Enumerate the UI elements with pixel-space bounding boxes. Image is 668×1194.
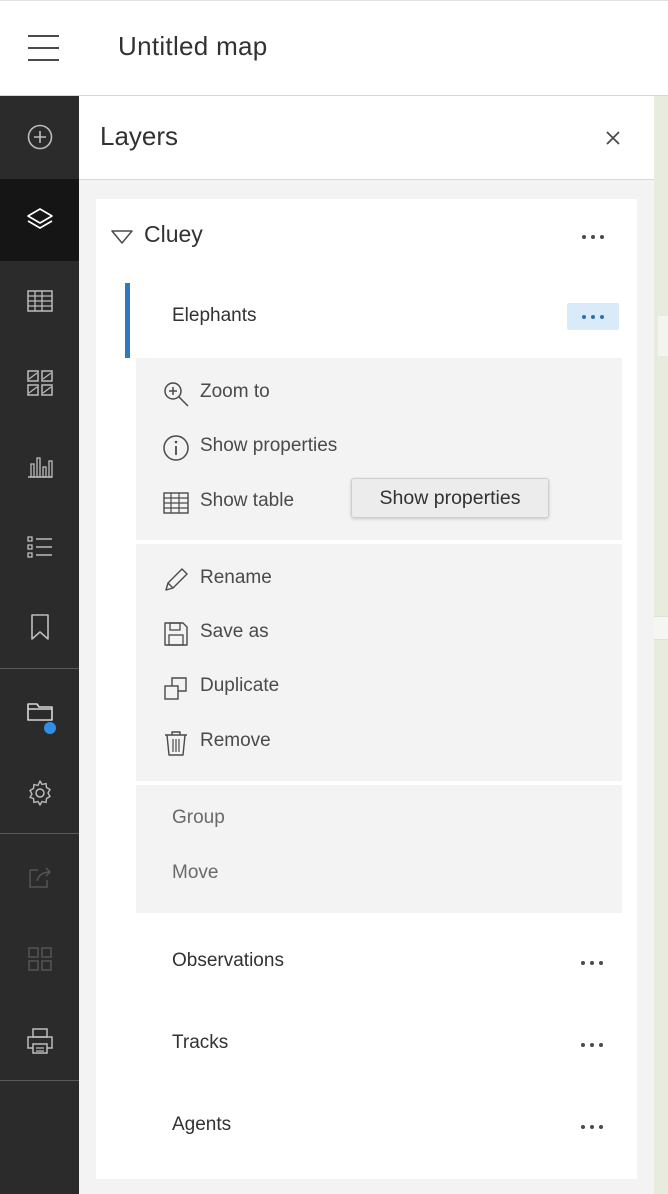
menu-item-label: Show table xyxy=(200,490,295,511)
duplicate-icon xyxy=(164,677,187,700)
map-properties-button[interactable] xyxy=(0,670,79,752)
menu-item-show-properties[interactable]: Show properties xyxy=(136,422,622,472)
add-circle-icon xyxy=(27,124,52,150)
notification-badge xyxy=(44,722,56,734)
selected-indicator xyxy=(125,283,130,358)
legend-button[interactable] xyxy=(0,506,79,588)
menu-item-label: Save as xyxy=(200,621,269,642)
layer-options-button[interactable] xyxy=(577,1035,607,1055)
tooltip: Show properties xyxy=(351,478,549,518)
menu-item-label: Remove xyxy=(200,730,271,751)
layer-edit-menu-section: Rename Save as Duplicate Remove xyxy=(136,544,622,781)
save-icon xyxy=(164,622,188,646)
layer-name-observations[interactable]: Observations xyxy=(172,950,284,972)
layers-icon xyxy=(26,208,53,229)
share-button[interactable] xyxy=(0,836,79,918)
print-button[interactable] xyxy=(0,1000,79,1082)
panel-title: Layers xyxy=(100,121,179,151)
menu-item-label: Move xyxy=(172,862,219,883)
group-layer-row[interactable]: Cluey xyxy=(96,199,637,271)
hamburger-menu-icon[interactable] xyxy=(28,33,60,63)
settings-gear-icon xyxy=(28,780,51,806)
layer-organize-menu-section: Group Move xyxy=(136,785,622,913)
layers-panel: Layers Cluey Elephants Zoom to Show prop… xyxy=(79,96,654,1194)
caret-down-icon[interactable] xyxy=(110,229,134,245)
zoom-in-icon xyxy=(164,382,189,407)
bar-chart-icon xyxy=(27,457,53,478)
group-options-button[interactable] xyxy=(578,227,608,247)
map-title[interactable]: Untitled map xyxy=(118,31,268,62)
close-icon[interactable] xyxy=(601,126,625,150)
sidebar-divider xyxy=(0,668,79,669)
share-icon xyxy=(28,867,51,888)
pencil-icon xyxy=(165,568,188,591)
layers-button[interactable] xyxy=(0,179,79,261)
menu-item-move[interactable]: Move xyxy=(136,849,622,899)
table-icon xyxy=(163,492,189,514)
apps-grid-icon xyxy=(27,947,52,971)
map-view[interactable] xyxy=(654,96,668,1194)
layer-options-button-active[interactable] xyxy=(567,303,619,330)
menu-item-zoom-to[interactable]: Zoom to xyxy=(136,368,622,418)
charts-button[interactable] xyxy=(0,424,79,506)
menu-item-save-as[interactable]: Save as xyxy=(136,608,622,658)
sidebar-divider xyxy=(0,1080,79,1081)
layer-name-tracks[interactable]: Tracks xyxy=(172,1032,228,1054)
table-icon xyxy=(26,290,53,312)
print-icon xyxy=(26,1028,53,1054)
group-layer-name: Cluey xyxy=(144,221,203,247)
menu-item-duplicate[interactable]: Duplicate xyxy=(136,662,622,712)
legend-list-icon xyxy=(26,536,52,558)
panel-header: Layers xyxy=(79,96,654,180)
sidebar xyxy=(0,96,79,1194)
settings-button[interactable] xyxy=(0,752,79,834)
info-icon xyxy=(163,435,189,461)
menu-item-label: Duplicate xyxy=(200,675,280,696)
menu-item-label: Zoom to xyxy=(200,381,270,402)
layer-name-elephants[interactable]: Elephants xyxy=(172,305,257,327)
basemap-gallery-icon xyxy=(26,370,53,396)
layer-options-button[interactable] xyxy=(577,953,607,973)
app-header: Untitled map xyxy=(0,0,668,96)
add-button[interactable] xyxy=(0,96,79,178)
bookmarks-button[interactable] xyxy=(0,586,79,668)
menu-item-group[interactable]: Group xyxy=(136,794,622,844)
layer-list: Cluey Elephants Zoom to Show properties … xyxy=(96,199,637,1179)
menu-item-label: Show properties xyxy=(200,435,338,456)
apps-button[interactable] xyxy=(0,918,79,1000)
menu-item-label: Group xyxy=(172,807,225,828)
layer-options-button[interactable] xyxy=(577,1117,607,1137)
menu-item-remove[interactable]: Remove xyxy=(136,717,622,767)
menu-item-label: Rename xyxy=(200,567,272,588)
trash-icon xyxy=(165,731,187,756)
table-button[interactable] xyxy=(0,260,79,342)
bookmark-icon xyxy=(30,614,49,640)
sidebar-divider xyxy=(0,833,79,834)
layer-name-agents[interactable]: Agents xyxy=(172,1114,231,1136)
menu-item-rename[interactable]: Rename xyxy=(136,554,622,604)
basemap-button[interactable] xyxy=(0,342,79,424)
